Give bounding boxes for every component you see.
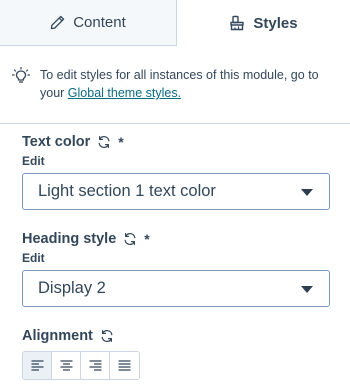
alignment-label: Alignment xyxy=(22,328,93,344)
heading-style-selected-value: Display 2 xyxy=(38,279,106,297)
align-center-button[interactable] xyxy=(52,352,81,379)
heading-style-label-row: Heading style * xyxy=(22,231,150,247)
notice-text: To edit styles for all instances of this… xyxy=(40,66,342,102)
tab-styles-label: Styles xyxy=(253,14,298,32)
paint-brush-icon xyxy=(230,15,245,31)
align-center-icon xyxy=(60,360,72,371)
chevron-down-icon xyxy=(301,189,313,196)
align-right-button[interactable] xyxy=(81,352,110,379)
heading-style-label: Heading style xyxy=(22,231,117,247)
section-divider xyxy=(0,123,350,124)
chevron-down-icon xyxy=(301,286,313,293)
lightbulb-icon xyxy=(12,67,30,83)
pencil-icon xyxy=(50,15,65,30)
heading-style-select[interactable]: Display 2 xyxy=(22,270,330,307)
tab-content-label: Content xyxy=(73,14,126,31)
global-theme-styles-link[interactable]: Global theme styles. xyxy=(68,86,181,100)
sync-icon[interactable] xyxy=(123,232,137,246)
required-marker: * xyxy=(144,231,150,247)
alignment-button-group xyxy=(22,351,140,380)
text-color-label-row: Text color * xyxy=(22,134,124,150)
text-color-selected-value: Light section 1 text color xyxy=(38,182,216,200)
align-left-button[interactable] xyxy=(23,352,52,379)
align-left-icon xyxy=(31,360,43,371)
alignment-label-row: Alignment xyxy=(22,328,114,344)
sync-icon[interactable] xyxy=(100,329,114,343)
text-color-edit-link[interactable]: Edit xyxy=(22,154,45,168)
text-color-select[interactable]: Light section 1 text color xyxy=(22,173,330,210)
sync-icon[interactable] xyxy=(97,135,111,149)
tab-styles[interactable]: Styles xyxy=(177,0,350,46)
text-color-label: Text color xyxy=(22,134,91,150)
align-justify-button[interactable] xyxy=(110,352,139,379)
tab-content[interactable]: Content xyxy=(0,0,177,46)
align-right-icon xyxy=(89,360,101,371)
heading-style-edit-link[interactable]: Edit xyxy=(22,251,45,265)
tab-bar: Content Styles xyxy=(0,0,350,46)
align-justify-icon xyxy=(118,360,131,371)
required-marker: * xyxy=(118,134,124,150)
global-styles-notice: To edit styles for all instances of this… xyxy=(12,66,342,102)
